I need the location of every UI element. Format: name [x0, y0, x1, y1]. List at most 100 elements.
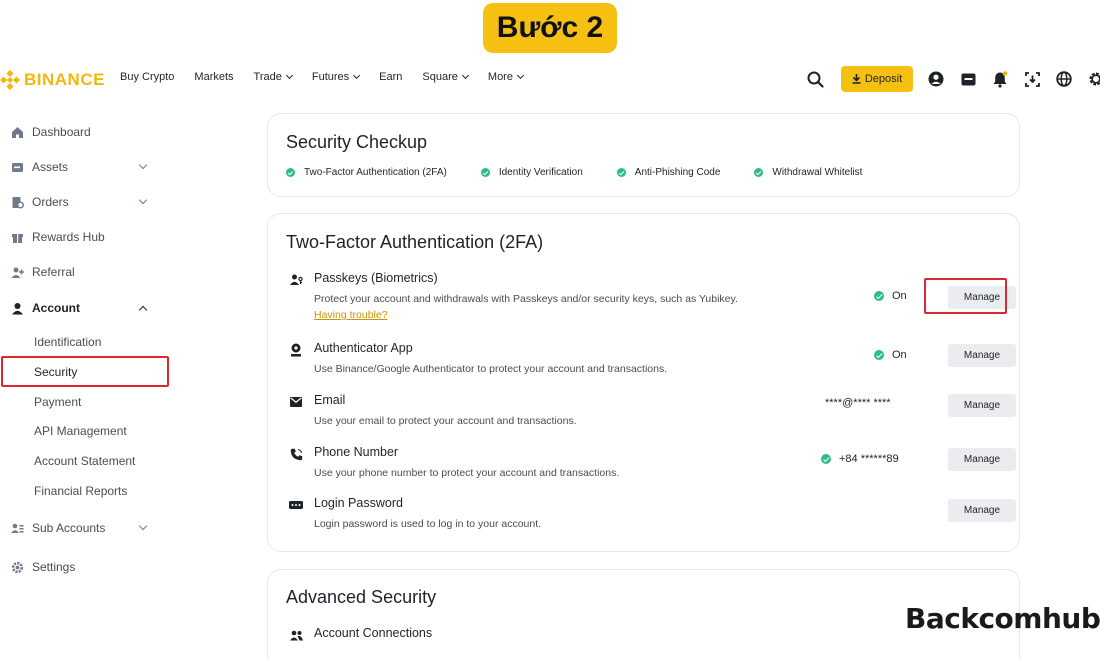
download-icon[interactable]	[1023, 70, 1041, 88]
check-circle-icon	[480, 168, 490, 177]
sidebar-item-account[interactable]: Account	[0, 294, 170, 322]
email-status: ****@**** ****	[825, 397, 891, 409]
gear-icon[interactable]	[1087, 70, 1100, 88]
sidebar-item-referral[interactable]: Referral	[0, 258, 170, 286]
sidebar-item-label: Sub Accounts	[32, 521, 106, 535]
phone-icon	[289, 447, 303, 461]
nav-label: Square	[422, 71, 458, 83]
checkup-item-2fa: Two-Factor Authentication (2FA)	[286, 167, 447, 178]
sidebar-subitem-label: Account Statement	[34, 454, 136, 468]
sidebar-item-rewards-hub[interactable]: Rewards Hub	[0, 223, 170, 251]
masked-email: ****@**** ****	[825, 397, 891, 409]
twofa-title: Two-Factor Authentication (2FA)	[286, 232, 544, 252]
chevron-down-icon	[138, 160, 148, 170]
method-description: Login password is used to log in to your…	[314, 518, 542, 530]
sidebar-subitem-label: Identification	[34, 335, 102, 349]
checkup-item-anti-phishing: Anti-Phishing Code	[616, 167, 720, 178]
method-name: Phone Number	[314, 445, 399, 459]
sidebar-item-dashboard[interactable]: Dashboard	[0, 118, 170, 146]
binance-logo-icon	[0, 69, 21, 91]
watermark-logo: Backcomhub	[905, 602, 1100, 635]
email-manage-button[interactable]: Manage	[948, 394, 1016, 417]
check-circle-icon	[754, 168, 764, 177]
globe-icon[interactable]	[1055, 70, 1073, 88]
main-nav: Buy Crypto Markets Trade Futures Earn Sq…	[120, 71, 543, 83]
chevron-up-icon	[138, 305, 148, 315]
method-name: Authenticator App	[314, 341, 413, 355]
deposit-button[interactable]: Deposit	[841, 66, 913, 92]
authenticator-manage-button[interactable]: Manage	[948, 344, 1016, 367]
sidebar-item-label: Referral	[32, 265, 75, 279]
sidebar-item-label: Dashboard	[32, 125, 91, 139]
user-icon	[11, 302, 24, 315]
sidebar-subitem-payment[interactable]: Payment	[0, 388, 170, 416]
nav-markets[interactable]: Markets	[194, 71, 233, 83]
masked-phone: +84 ******89	[839, 453, 899, 465]
sub-accounts-icon	[11, 522, 24, 535]
having-trouble-link[interactable]: Having trouble?	[314, 309, 388, 321]
nav-earn[interactable]: Earn	[379, 71, 402, 83]
password-manage-button[interactable]: Manage	[948, 499, 1016, 522]
top-header: BINANCE Buy Crypto Markets Trade Futures…	[0, 62, 1100, 98]
passkeys-status: On	[874, 290, 907, 302]
security-highlight-box	[1, 356, 169, 387]
method-name: Email	[314, 393, 346, 407]
chevron-down-icon	[516, 71, 525, 80]
sidebar-subitem-account-statement[interactable]: Account Statement	[0, 447, 170, 475]
connections-icon	[289, 628, 303, 642]
sidebar-subitem-financial-reports[interactable]: Financial Reports	[0, 477, 170, 505]
nav-label: Earn	[379, 71, 403, 83]
checkup-item-whitelist: Withdrawal Whitelist	[754, 167, 862, 178]
download-arrow-icon	[852, 74, 861, 84]
sidebar-item-sub-accounts[interactable]: Sub Accounts	[0, 514, 170, 542]
nav-label: Markets	[194, 71, 234, 83]
advanced-security-title: Advanced Security	[286, 587, 437, 607]
binance-logo[interactable]: BINANCE	[0, 69, 105, 91]
wallet-icon[interactable]	[959, 70, 977, 88]
sidebar-item-label: Account	[32, 301, 80, 315]
chevron-down-icon	[138, 195, 148, 205]
check-circle-icon	[874, 350, 884, 360]
nav-square[interactable]: Square	[422, 71, 469, 83]
nav-buy-crypto[interactable]: Buy Crypto	[120, 71, 174, 83]
check-circle-icon	[286, 168, 295, 177]
sidebar-subitem-label: Financial Reports	[34, 484, 128, 498]
checkup-list: Two-Factor Authentication (2FA) Identity…	[286, 167, 896, 178]
sidebar-subitem-identification[interactable]: Identification	[0, 328, 170, 356]
sidebar-item-label: Rewards Hub	[32, 230, 105, 244]
sidebar-item-label: Settings	[32, 560, 76, 574]
sidebar-item-label: Orders	[32, 195, 69, 209]
passkey-icon	[289, 273, 303, 287]
checkup-label: Identity Verification	[498, 167, 583, 178]
sidebar-item-settings[interactable]: Settings	[0, 553, 170, 581]
nav-more[interactable]: More	[488, 71, 525, 83]
step-badge: Bước 2	[483, 3, 617, 53]
deposit-label: Deposit	[864, 73, 903, 85]
manage-highlight-box	[924, 278, 1007, 314]
chevron-down-icon	[285, 71, 293, 80]
bell-icon[interactable]	[991, 70, 1009, 88]
sidebar-item-orders[interactable]: Orders	[0, 188, 170, 216]
status-text: On	[892, 349, 907, 361]
user-icon[interactable]	[927, 70, 945, 88]
sidebar-subitem-label: Payment	[34, 395, 82, 409]
nav-label: Futures	[311, 71, 350, 83]
method-description: Protect your account and withdrawals wit…	[314, 293, 738, 305]
method-name: Login Password	[314, 496, 403, 510]
method-name: Passkeys (Biometrics)	[314, 271, 438, 285]
chevron-down-icon	[138, 521, 148, 531]
search-icon[interactable]	[806, 70, 824, 88]
security-checkup-card: Security Checkup Two-Factor Authenticati…	[267, 113, 1020, 197]
orders-icon	[11, 196, 24, 209]
authenticator-status: On	[874, 349, 907, 361]
sidebar-item-assets[interactable]: Assets	[0, 153, 170, 181]
method-description: Use Binance/Google Authenticator to prot…	[314, 363, 668, 375]
checkup-label: Two-Factor Authentication (2FA)	[304, 167, 447, 178]
nav-label: Trade	[253, 71, 282, 83]
method-name: Account Connections	[314, 626, 433, 640]
sidebar-subitem-api-management[interactable]: API Management	[0, 417, 170, 445]
phone-manage-button[interactable]: Manage	[948, 448, 1016, 471]
rewards-icon	[11, 231, 24, 244]
nav-futures[interactable]: Futures	[311, 71, 361, 83]
nav-trade[interactable]: Trade	[253, 71, 293, 83]
